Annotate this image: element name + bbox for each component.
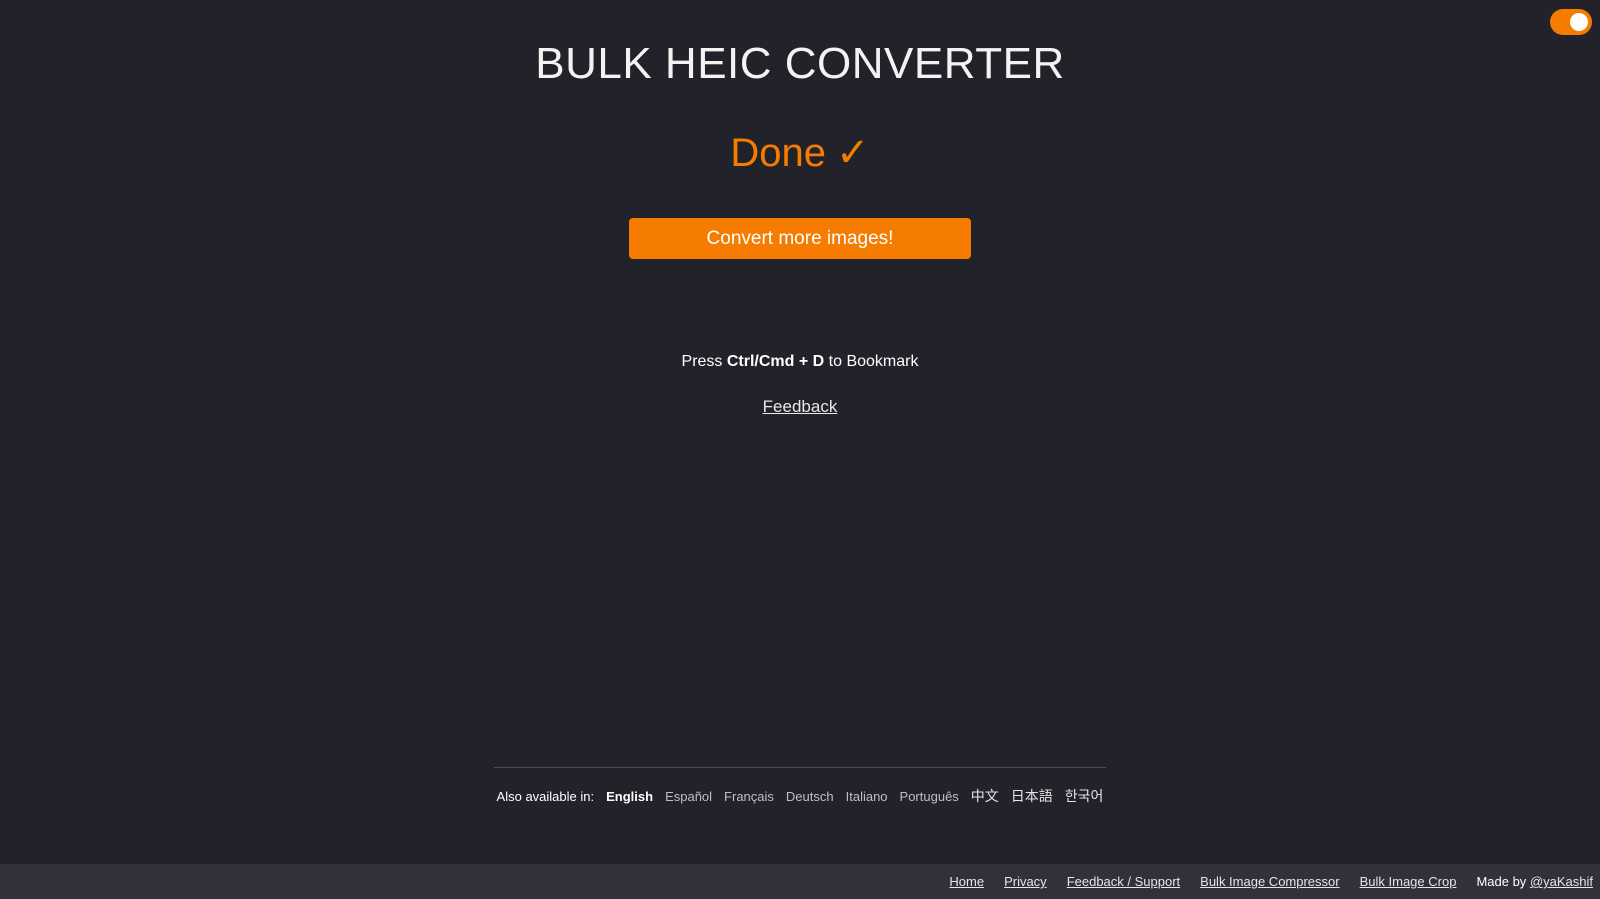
footer: Home Privacy Feedback / Support Bulk Ima… (0, 864, 1600, 899)
language-label: Also available in: (496, 788, 595, 804)
lang-item-japanese[interactable]: 日本語 (1011, 786, 1053, 806)
made-by-prefix: Made by (1476, 874, 1527, 889)
footer-link-bulk-image-compressor[interactable]: Bulk Image Compressor (1200, 874, 1339, 889)
lang-item-italiano[interactable]: Italiano (846, 789, 888, 804)
site-title: BULK HEIC CONVERTER (535, 39, 1065, 88)
lang-item-deutsch[interactable]: Deutsch (786, 789, 834, 804)
convert-more-images-button[interactable]: Convert more images! (629, 218, 971, 259)
language-bar: Also available in: English Español Franç… (494, 767, 1106, 806)
check-icon: ✓ (836, 131, 870, 175)
footer-link-bulk-image-crop[interactable]: Bulk Image Crop (1360, 874, 1457, 889)
status-text: Done (730, 131, 827, 175)
lang-item-english[interactable]: English (606, 789, 653, 804)
bookmark-hint: Press Ctrl/Cmd + D to Bookmark (682, 353, 919, 371)
lang-item-portugues[interactable]: Português (900, 789, 959, 804)
lang-item-chinese[interactable]: 中文 (971, 786, 999, 806)
footer-link-feedback-support[interactable]: Feedback / Support (1067, 874, 1180, 889)
page: BULK HEIC CONVERTER Done ✓ Convert more … (0, 0, 1600, 899)
lang-item-francais[interactable]: Français (724, 789, 774, 804)
footer-link-home[interactable]: Home (949, 874, 984, 889)
feedback-link[interactable]: Feedback (763, 397, 838, 417)
made-by-author-link[interactable]: @yaKashif (1530, 874, 1593, 889)
main-content: BULK HEIC CONVERTER Done ✓ Convert more … (0, 0, 1600, 417)
bookmark-keys: Ctrl/Cmd + D (726, 353, 825, 370)
lang-item-korean[interactable]: 한국어 (1065, 786, 1104, 806)
bookmark-suffix: to Bookmark (828, 353, 919, 370)
status-title: Done ✓ (730, 128, 869, 178)
footer-link-privacy[interactable]: Privacy (1004, 874, 1047, 889)
lang-item-espanol[interactable]: Español (665, 789, 712, 804)
bookmark-prefix: Press (681, 353, 723, 370)
made-by: Made by @yaKashif (1476, 874, 1593, 889)
